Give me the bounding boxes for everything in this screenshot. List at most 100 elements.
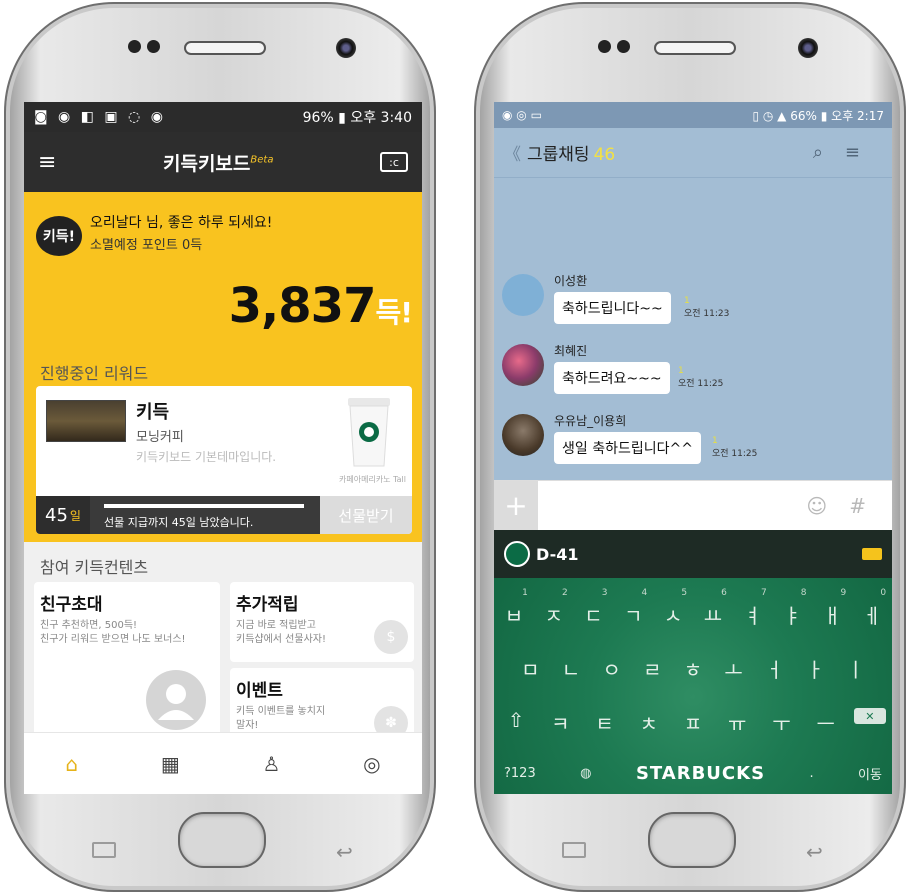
space-bar-brand[interactable]: STARBUCKS [636,763,765,784]
attach-plus-button[interactable]: + [494,481,538,530]
message-input-bar: + ☺# [494,480,892,530]
unread-count: 1 [712,436,718,446]
hashtag-icon[interactable]: # [849,494,888,518]
key[interactable]: 8ㅑ [776,588,808,629]
profile-placeholder-icon [146,670,206,730]
phone-frame-left: ◙ ◉ ◧ ▣ ◌ ◉ 96% ▮ 오후 3:40 ≡ 키득키보드Beta :c… [4,2,436,892]
key[interactable]: ㅍ [677,708,709,737]
recent-apps-key[interactable] [562,842,586,858]
clock: 오후 2:17 [831,108,884,123]
progress-area: 선물 지급까지 45일 남았습니다. [90,496,320,534]
key[interactable]: 3ㄷ [577,588,609,629]
key[interactable]: 4ㄱ [617,588,649,629]
key[interactable]: ㅎ [677,654,709,683]
home-button[interactable] [178,812,266,868]
clock: 오후 3:40 [350,110,412,126]
contents-panel: 참여 키득컨텐츠 친구초대 친구 추천하면, 500득! 친구가 리워드 받으면… [24,542,422,752]
search-icon[interactable]: ⌕ [813,142,845,163]
screen-left: ◙ ◉ ◧ ▣ ◌ ◉ 96% ▮ 오후 3:40 ≡ 키득키보드Beta :c… [24,102,422,794]
move-key[interactable]: 이동 [858,764,882,783]
message-time: 오전 11:23 [684,309,730,319]
period-key[interactable]: . [809,766,813,781]
battery-percent: 96% [302,110,334,126]
earpiece-speaker [654,41,736,55]
emoji-icon[interactable]: ☺ [806,494,849,518]
key[interactable]: ㅇ [596,654,628,683]
keyboard-icon[interactable] [862,548,882,560]
key[interactable]: ㅌ [589,708,621,737]
invite-friend-tile[interactable]: 친구초대 친구 추천하면, 500득! 친구가 리워드 받으면 나도 보너스! [34,582,220,746]
starbucks-logo-icon [504,541,530,567]
key[interactable]: ㅏ [799,654,831,683]
event-title: 이벤트 [236,681,283,701]
key[interactable]: ㅋ [544,708,576,737]
back-icon[interactable]: 《 [504,145,521,165]
reward-description: 키득키보드 기본테마입니다. [136,450,277,464]
shop-icon[interactable]: ▦ [161,752,180,776]
hamburger-menu-icon[interactable]: ≡ [38,150,56,175]
key[interactable]: 2ㅈ [538,588,570,629]
avatar[interactable] [502,274,544,316]
key[interactable]: 5ㅅ [657,588,689,629]
phone-frame-right: ◉ ◎ ▭ ▯ ◷ ▲ 66% ▮ 오후 2:17 《 그룹채팅 46 ⌕≡ 이성환… [474,2,906,892]
key[interactable]: 7ㅕ [737,588,769,629]
message-bubble[interactable]: 축하드려요~~~ [554,362,670,394]
key[interactable]: ㅁ [514,654,546,683]
reward-card[interactable]: 키득 모닝커피 키득키보드 기본테마입니다. 카페아메리카노 Tall 45 일 … [36,386,412,534]
globe-icon[interactable]: ◍ [580,766,591,781]
key[interactable]: 0ㅔ [856,588,888,629]
key[interactable]: ㅊ [633,708,665,737]
sensor-dots [128,40,160,53]
key[interactable]: ㄴ [555,654,587,683]
progress-text: 선물 지급까지 45일 남았습니다. [104,516,254,529]
shift-key[interactable]: ⇧ [500,708,532,737]
key[interactable]: 6ㅛ [697,588,729,629]
app-title: 키득키보드Beta [162,152,274,175]
key[interactable]: 9ㅐ [816,588,848,629]
back-key-icon[interactable]: ↩ [806,840,823,864]
home-button[interactable] [648,812,736,868]
avatar[interactable] [502,414,544,456]
signal-icons: ▯ ◷ ▲ [752,108,791,123]
points-unit: 득! [375,296,413,329]
back-key-icon[interactable]: ↩ [336,840,353,864]
screen-right: ◉ ◎ ▭ ▯ ◷ ▲ 66% ▮ 오후 2:17 《 그룹채팅 46 ⌕≡ 이성환… [494,102,892,794]
dday-counter: D-41 [504,541,578,567]
chat-room-name: 그룹채팅 [527,145,590,165]
keyboard-theme-thumbnail [46,400,126,442]
battery-percent: 66% [790,108,817,123]
claim-gift-button[interactable]: 선물받기 [320,496,412,534]
message-bubble[interactable]: 축하드립니다~~ [554,292,671,324]
days-remaining: 45 일 [36,496,90,534]
points-total: 3,837득! [228,278,413,334]
key[interactable]: ㅣ [840,654,872,683]
extra-points-tile[interactable]: 추가적립 지금 바로 적립받고 키득샵에서 선물사자! $ [230,582,414,662]
greeting-text: 오리날다 님, 좋은 하루 되세요! [90,215,273,231]
keyboard-row-3: ⇧ ㅋ ㅌ ㅊ ㅍ ㅠ ㅜ ㅡ ✕ [494,708,892,737]
message-time: 오전 11:25 [712,449,758,459]
days-unit: 일 [69,508,81,523]
key[interactable]: ㅓ [758,654,790,683]
key[interactable]: ㅗ [718,654,750,683]
message-input[interactable] [538,481,806,530]
key[interactable]: ㅡ [810,708,842,737]
key[interactable]: 1ㅂ [498,588,530,629]
key[interactable]: ㄹ [636,654,668,683]
card-icon[interactable]: :c [380,152,408,172]
key[interactable]: ㅠ [721,708,753,737]
invite-desc-2: 친구가 리워드 받으면 나도 보너스! [40,634,186,645]
numbers-key[interactable]: ?123 [504,766,536,781]
key[interactable]: ㅜ [765,708,797,737]
chat-area[interactable]: 이성환 축하드립니다~~ 1 오전 11:23 최혜진 축하드려요~~~ 1 오전 … [494,178,892,480]
menu-icon[interactable]: ≡ [845,142,882,163]
reward-heading: 진행중인 리워드 [40,364,149,383]
message-bubble[interactable]: 생일 축하드립니다^^ [554,432,701,464]
coins-nav-icon[interactable]: ◎ [363,752,380,776]
recent-apps-key[interactable] [92,842,116,858]
reward-title: 키득 [136,402,170,423]
home-icon[interactable]: ⌂ [65,752,78,776]
beta-label: Beta [250,154,274,166]
brush-icon[interactable]: ♙ [262,752,280,776]
backspace-icon[interactable]: ✕ [853,708,886,724]
avatar[interactable] [502,344,544,386]
